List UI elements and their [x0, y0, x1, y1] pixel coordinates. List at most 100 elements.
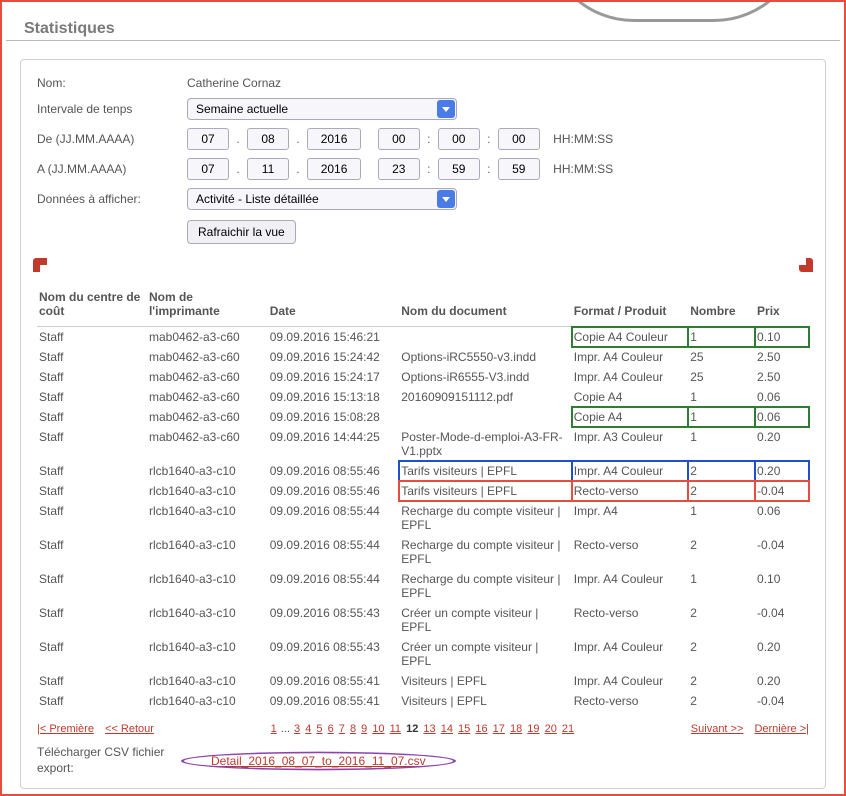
cell-px: 2.50: [755, 347, 809, 367]
cell-doc: Créer un compte visiteur | EPFL: [399, 603, 572, 637]
pager-page[interactable]: 6: [328, 723, 334, 735]
from-mm-input[interactable]: [438, 128, 480, 150]
pager-page[interactable]: 10: [372, 723, 384, 735]
cell-doc: Tarifs visiteurs | EPFL: [399, 481, 572, 501]
table-row: Staffmab0462-a3-c6009.09.2016 15:24:17Op…: [37, 367, 809, 387]
pager-page[interactable]: 20: [545, 723, 557, 735]
table-row: Staffrlcb1640-a3-c1009.09.2016 08:55:46T…: [37, 481, 809, 501]
pager-page[interactable]: 16: [475, 723, 487, 735]
cell-pr: rlcb1640-a3-c10: [147, 569, 268, 603]
cell-cc: Staff: [37, 347, 147, 367]
cell-cc: Staff: [37, 691, 147, 711]
from-day-input[interactable]: [187, 128, 229, 150]
cell-nb: 2: [688, 691, 755, 711]
cell-nb: 25: [688, 347, 755, 367]
table-row: Staffrlcb1640-a3-c1009.09.2016 08:55:41V…: [37, 671, 809, 691]
cell-pr: rlcb1640-a3-c10: [147, 461, 268, 481]
cell-pr: rlcb1640-a3-c10: [147, 637, 268, 671]
pager-page[interactable]: 7: [339, 723, 345, 735]
pager-prev[interactable]: << Retour: [105, 723, 154, 735]
pager-page[interactable]: 11: [390, 723, 401, 735]
cell-px: -0.04: [755, 481, 809, 501]
to-month-input[interactable]: [247, 158, 289, 180]
from-hh-input[interactable]: [378, 128, 420, 150]
table-row: Staffrlcb1640-a3-c1009.09.2016 08:55:44R…: [37, 501, 809, 535]
cell-pr: rlcb1640-a3-c10: [147, 603, 268, 637]
refresh-button[interactable]: Rafraichir la vue: [187, 220, 296, 244]
cell-doc: Visiteurs | EPFL: [399, 671, 572, 691]
col-format: Format / Produit: [572, 286, 688, 327]
pager-page[interactable]: 13: [423, 723, 435, 735]
col-count: Nombre: [688, 286, 755, 327]
to-mm-input[interactable]: [438, 158, 480, 180]
pager-page[interactable]: 9: [361, 723, 367, 735]
cell-dt: 09.09.2016 08:55:44: [268, 569, 400, 603]
cell-cc: Staff: [37, 535, 147, 569]
cell-nb: 1: [688, 569, 755, 603]
to-year-input[interactable]: [307, 158, 361, 180]
cell-doc: Tarifs visiteurs | EPFL: [399, 461, 572, 481]
cell-cc: Staff: [37, 603, 147, 637]
resize-handle-right-icon[interactable]: [799, 258, 813, 272]
pager-page[interactable]: 15: [458, 723, 470, 735]
cell-dt: 09.09.2016 08:55:43: [268, 603, 400, 637]
pager-page[interactable]: 14: [441, 723, 453, 735]
cell-fp: Impr. A3 Couleur: [572, 427, 688, 461]
download-csv-link[interactable]: Detail_2016_08_07_to_2016_11_07.csv: [211, 754, 426, 768]
pager-page[interactable]: 5: [316, 723, 322, 735]
interval-select[interactable]: Semaine actuelle: [187, 98, 457, 120]
cell-px: -0.04: [755, 535, 809, 569]
pager: |< Première << Retour 1 ... 3 4 5 6 7 8 …: [37, 723, 809, 735]
cell-cc: Staff: [37, 569, 147, 603]
from-year-input[interactable]: [307, 128, 361, 150]
table-row: Staffmab0462-a3-c6009.09.2016 15:13:1820…: [37, 387, 809, 407]
cell-fp: Recto-verso: [572, 535, 688, 569]
pager-first[interactable]: |< Première: [37, 723, 94, 735]
pager-page[interactable]: 3: [294, 723, 300, 735]
cell-dt: 09.09.2016 15:24:42: [268, 347, 400, 367]
to-ss-input[interactable]: [498, 158, 540, 180]
cell-cc: Staff: [37, 387, 147, 407]
cell-fp: Impr. A4 Couleur: [572, 367, 688, 387]
resize-handle-left-icon[interactable]: [33, 258, 47, 272]
cell-pr: rlcb1640-a3-c10: [147, 691, 268, 711]
cell-fp: Recto-verso: [572, 691, 688, 711]
pager-page[interactable]: 21: [562, 723, 574, 735]
pager-page[interactable]: 8: [350, 723, 356, 735]
cell-doc: Visiteurs | EPFL: [399, 691, 572, 711]
cell-px: 0.10: [755, 327, 809, 348]
cell-pr: rlcb1640-a3-c10: [147, 535, 268, 569]
pager-page[interactable]: 17: [493, 723, 505, 735]
from-month-input[interactable]: [247, 128, 289, 150]
stats-panel: Nom: Catherine Cornaz Intervale de tenps…: [20, 59, 826, 789]
to-hh-input[interactable]: [378, 158, 420, 180]
cell-px: -0.04: [755, 691, 809, 711]
cell-cc: Staff: [37, 671, 147, 691]
pager-next[interactable]: Suivant >>: [691, 723, 744, 735]
cell-fp: Impr. A4 Couleur: [572, 569, 688, 603]
cell-nb: 1: [688, 427, 755, 461]
hhmmss-hint: HH:MM:SS: [553, 132, 613, 146]
cell-px: 0.20: [755, 427, 809, 461]
pager-page[interactable]: 4: [305, 723, 311, 735]
cell-nb: 2: [688, 461, 755, 481]
name-value: Catherine Cornaz: [187, 76, 281, 90]
cell-doc: Recharge du compte visiteur | EPFL: [399, 535, 572, 569]
csv-highlight-ellipse: Detail_2016_08_07_to_2016_11_07.csv: [187, 750, 450, 772]
cell-pr: mab0462-a3-c60: [147, 367, 268, 387]
cell-dt: 09.09.2016 08:55:46: [268, 481, 400, 501]
table-row: Staffrlcb1640-a3-c1009.09.2016 08:55:41V…: [37, 691, 809, 711]
col-date: Date: [268, 286, 400, 327]
cell-pr: rlcb1640-a3-c10: [147, 481, 268, 501]
pager-page[interactable]: 18: [510, 723, 522, 735]
pager-page[interactable]: 19: [527, 723, 539, 735]
display-select[interactable]: Activité - Liste détaillée: [187, 188, 457, 210]
pager-last[interactable]: Dernière >|: [754, 723, 809, 735]
to-day-input[interactable]: [187, 158, 229, 180]
from-ss-input[interactable]: [498, 128, 540, 150]
cell-fp: Recto-verso: [572, 481, 688, 501]
cell-doc: Poster-Mode-d-emploi-A3-FR-V1.pptx: [399, 427, 572, 461]
cell-nb: 2: [688, 637, 755, 671]
cell-cc: Staff: [37, 367, 147, 387]
pager-page[interactable]: 1: [271, 723, 277, 735]
